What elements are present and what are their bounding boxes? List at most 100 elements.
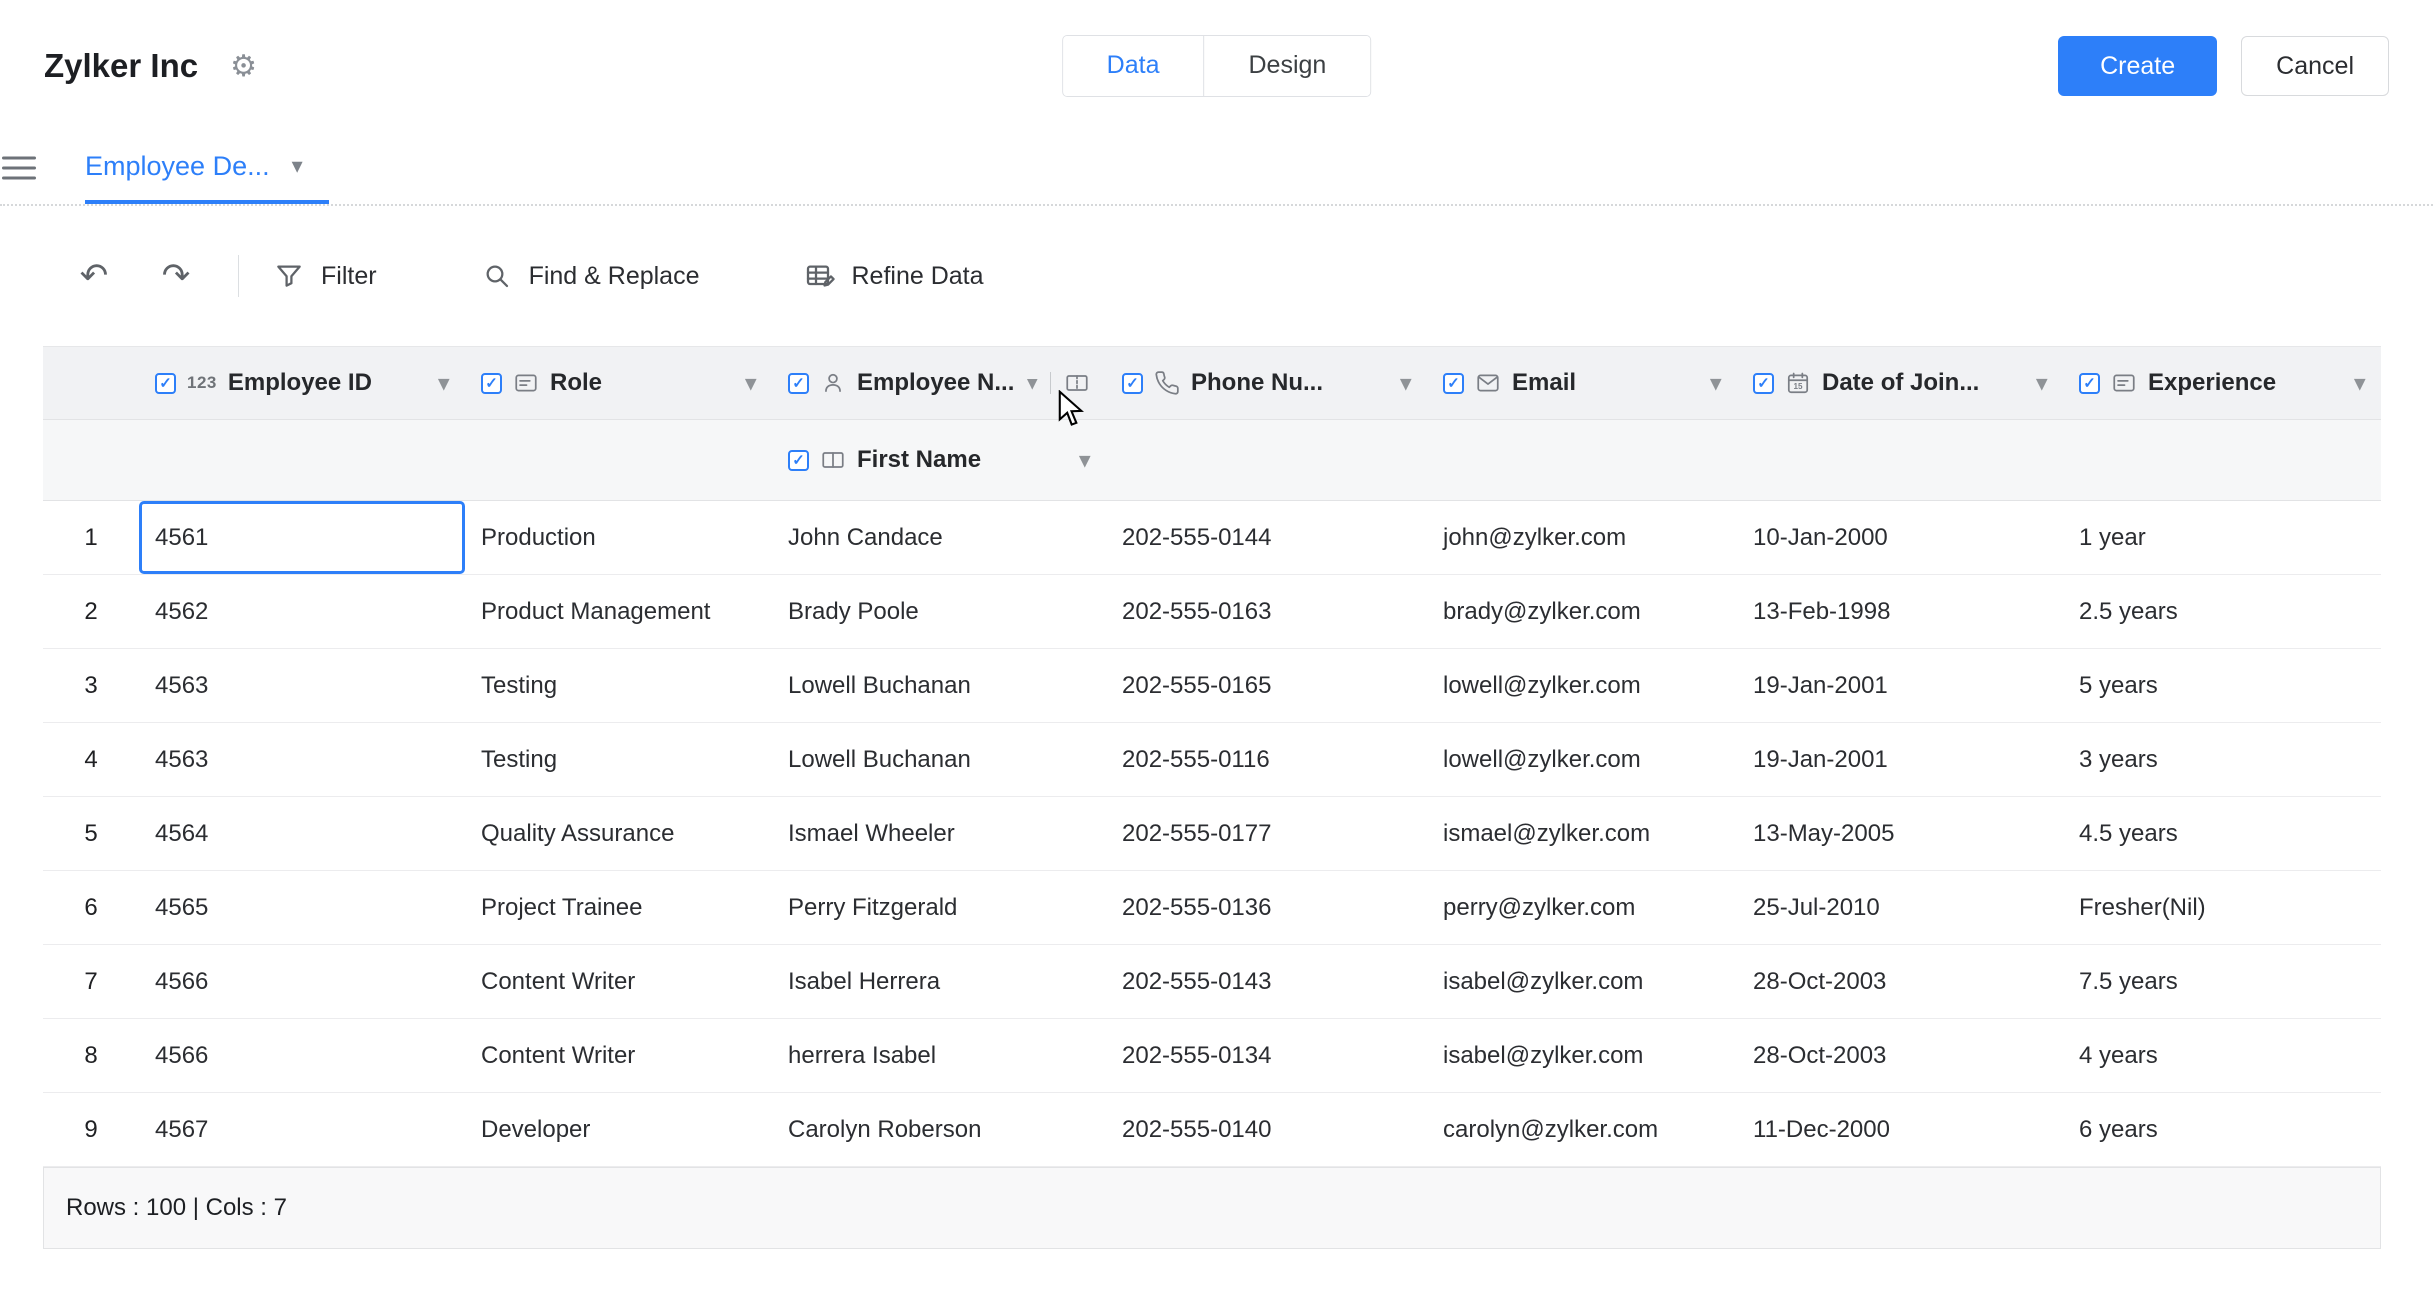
column-header-email[interactable]: ✓ Email ▾ — [1427, 347, 1737, 419]
table-cell[interactable]: 25-Jul-2010 — [1737, 871, 2063, 944]
table-cell[interactable]: perry@zylker.com — [1427, 871, 1737, 944]
table-cell[interactable]: Brady Poole — [772, 575, 1106, 648]
row-number[interactable]: 2 — [43, 575, 139, 648]
table-cell[interactable]: Testing — [465, 649, 772, 722]
table-cell[interactable]: 13-Feb-1998 — [1737, 575, 2063, 648]
table-cell[interactable]: Quality Assurance — [465, 797, 772, 870]
table-cell[interactable]: 1 year — [2063, 501, 2381, 574]
row-number[interactable]: 3 — [43, 649, 139, 722]
chevron-down-icon[interactable]: ▾ — [1079, 448, 1090, 473]
tab-data[interactable]: Data — [1063, 36, 1204, 96]
table-cell[interactable]: 3 years — [2063, 723, 2381, 796]
table-cell[interactable]: 28-Oct-2003 — [1737, 1019, 2063, 1092]
chevron-down-icon[interactable]: ▾ — [438, 371, 449, 396]
table-cell[interactable]: 202-555-0116 — [1106, 723, 1427, 796]
table-cell[interactable]: lowell@zylker.com — [1427, 649, 1737, 722]
table-cell[interactable]: 202-555-0134 — [1106, 1019, 1427, 1092]
chevron-down-icon[interactable]: ▾ — [745, 371, 756, 396]
row-number[interactable]: 8 — [43, 1019, 139, 1092]
table-cell[interactable]: 28-Oct-2003 — [1737, 945, 2063, 1018]
table-cell[interactable]: 4561 — [139, 501, 465, 574]
table-cell[interactable]: 19-Jan-2001 — [1737, 649, 2063, 722]
table-cell[interactable]: 202-555-0163 — [1106, 575, 1427, 648]
table-cell[interactable]: 19-Jan-2001 — [1737, 723, 2063, 796]
table-cell[interactable]: 13-May-2005 — [1737, 797, 2063, 870]
row-number[interactable]: 9 — [43, 1093, 139, 1166]
chevron-down-icon[interactable]: ▾ — [1027, 372, 1037, 395]
column-checkbox[interactable]: ✓ — [1443, 373, 1464, 394]
table-cell[interactable]: 5 years — [2063, 649, 2381, 722]
column-header-phone[interactable]: ✓ Phone Nu... ▾ — [1106, 347, 1427, 419]
table-cell[interactable]: Carolyn Roberson — [772, 1093, 1106, 1166]
table-cell[interactable]: 4566 — [139, 1019, 465, 1092]
table-cell[interactable]: Lowell Buchanan — [772, 723, 1106, 796]
table-cell[interactable]: 202-555-0177 — [1106, 797, 1427, 870]
column-checkbox[interactable]: ✓ — [481, 373, 502, 394]
table-cell[interactable]: 4 years — [2063, 1019, 2381, 1092]
table-cell[interactable]: 4564 — [139, 797, 465, 870]
table-cell[interactable]: Content Writer — [465, 1019, 772, 1092]
column-header-employee-id[interactable]: ✓ 123 Employee ID ▾ — [139, 347, 465, 419]
table-cell[interactable]: Lowell Buchanan — [772, 649, 1106, 722]
table-cell[interactable]: 7.5 years — [2063, 945, 2381, 1018]
column-checkbox[interactable]: ✓ — [155, 373, 176, 394]
table-cell[interactable]: Fresher(Nil) — [2063, 871, 2381, 944]
table-cell[interactable]: 202-555-0165 — [1106, 649, 1427, 722]
filter-button[interactable]: Filter — [273, 260, 377, 292]
table-cell[interactable]: 202-555-0144 — [1106, 501, 1427, 574]
table-cell[interactable]: john@zylker.com — [1427, 501, 1737, 574]
table-cell[interactable]: 4566 — [139, 945, 465, 1018]
row-number[interactable]: 4 — [43, 723, 139, 796]
column-checkbox[interactable]: ✓ — [1122, 373, 1143, 394]
table-cell[interactable]: 4565 — [139, 871, 465, 944]
table-cell[interactable]: 202-555-0143 — [1106, 945, 1427, 1018]
table-cell[interactable]: Testing — [465, 723, 772, 796]
table-cell[interactable]: brady@zylker.com — [1427, 575, 1737, 648]
table-cell[interactable]: isabel@zylker.com — [1427, 945, 1737, 1018]
chevron-down-icon[interactable]: ▾ — [2036, 371, 2047, 396]
redo-button[interactable]: ↷ — [148, 248, 204, 304]
table-cell[interactable]: isabel@zylker.com — [1427, 1019, 1737, 1092]
sheet-tab-employee-details[interactable]: Employee De... ▾ — [85, 132, 329, 204]
column-checkbox[interactable]: ✓ — [2079, 373, 2100, 394]
column-checkbox[interactable]: ✓ — [788, 450, 809, 471]
undo-button[interactable]: ↶ — [66, 248, 122, 304]
find-replace-button[interactable]: Find & Replace — [481, 260, 700, 292]
create-button[interactable]: Create — [2058, 36, 2217, 96]
table-cell[interactable]: 4.5 years — [2063, 797, 2381, 870]
cancel-button[interactable]: Cancel — [2241, 36, 2389, 96]
tab-design[interactable]: Design — [1203, 36, 1370, 96]
table-cell[interactable]: Production — [465, 501, 772, 574]
table-cell[interactable]: ismael@zylker.com — [1427, 797, 1737, 870]
table-cell[interactable]: herrera Isabel — [772, 1019, 1106, 1092]
table-cell[interactable]: 4563 — [139, 723, 465, 796]
table-cell[interactable]: 202-555-0136 — [1106, 871, 1427, 944]
table-cell[interactable]: Project Trainee — [465, 871, 772, 944]
column-header-experience[interactable]: ✓ Experience ▾ — [2063, 347, 2381, 419]
chevron-down-icon[interactable]: ▾ — [292, 153, 303, 179]
row-number[interactable]: 1 — [43, 501, 139, 574]
gear-icon[interactable]: ⚙ — [230, 49, 257, 84]
table-cell[interactable]: 10-Jan-2000 — [1737, 501, 2063, 574]
column-checkbox[interactable]: ✓ — [788, 373, 809, 394]
table-cell[interactable]: Perry Fitzgerald — [772, 871, 1106, 944]
row-number[interactable]: 7 — [43, 945, 139, 1018]
column-header-role[interactable]: ✓ Role ▾ — [465, 347, 772, 419]
row-number[interactable]: 6 — [43, 871, 139, 944]
column-checkbox[interactable]: ✓ — [1753, 373, 1774, 394]
table-cell[interactable]: 11-Dec-2000 — [1737, 1093, 2063, 1166]
table-cell[interactable]: 4563 — [139, 649, 465, 722]
chevron-down-icon[interactable]: ▾ — [1400, 371, 1411, 396]
table-cell[interactable]: lowell@zylker.com — [1427, 723, 1737, 796]
table-cell[interactable]: Isabel Herrera — [772, 945, 1106, 1018]
table-cell[interactable]: 4567 — [139, 1093, 465, 1166]
table-cell[interactable]: John Candace — [772, 501, 1106, 574]
row-number[interactable]: 5 — [43, 797, 139, 870]
table-cell[interactable]: Ismael Wheeler — [772, 797, 1106, 870]
table-cell[interactable]: Content Writer — [465, 945, 772, 1018]
refine-data-button[interactable]: Refine Data — [804, 260, 984, 292]
table-cell[interactable]: 2.5 years — [2063, 575, 2381, 648]
hamburger-menu-icon[interactable] — [2, 157, 36, 180]
column-header-date-of-joining[interactable]: ✓ 15 Date of Join... ▾ — [1737, 347, 2063, 419]
table-cell[interactable]: Developer — [465, 1093, 772, 1166]
